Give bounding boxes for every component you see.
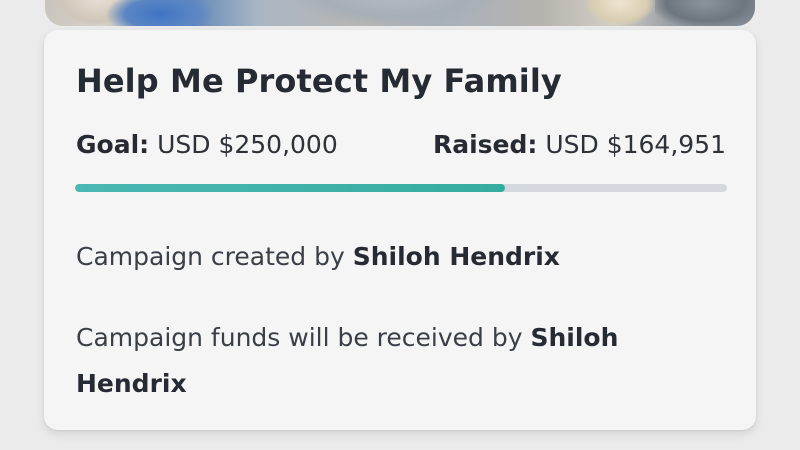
- raised-label: Raised:: [432, 130, 538, 159]
- campaign-title: Help Me Protect My Family: [76, 62, 562, 100]
- funding-progress-bar: [75, 184, 727, 192]
- campaign-page: Help Me Protect My Family Goal: USD $250…: [0, 0, 800, 450]
- created-by-text: Campaign created by: [76, 242, 345, 271]
- funds-recipient: Campaign funds will be received by Shilo…: [76, 315, 696, 407]
- raised-amount: Raised: USD $164,951: [433, 130, 726, 159]
- campaign-info-card: Help Me Protect My Family Goal: USD $250…: [44, 30, 756, 430]
- campaign-creator: Campaign created by Shiloh Hendrix: [76, 242, 560, 271]
- goal-label: Goal:: [76, 130, 150, 159]
- received-by-text: Campaign funds will be received by: [76, 323, 523, 352]
- campaign-photo: [45, 0, 755, 26]
- creator-name: Shiloh Hendrix: [352, 242, 560, 271]
- goal-value: USD $250,000: [157, 130, 338, 159]
- funding-progress-fill: [75, 184, 506, 192]
- goal-amount: Goal: USD $250,000: [76, 130, 338, 159]
- raised-value: USD $164,951: [545, 130, 726, 159]
